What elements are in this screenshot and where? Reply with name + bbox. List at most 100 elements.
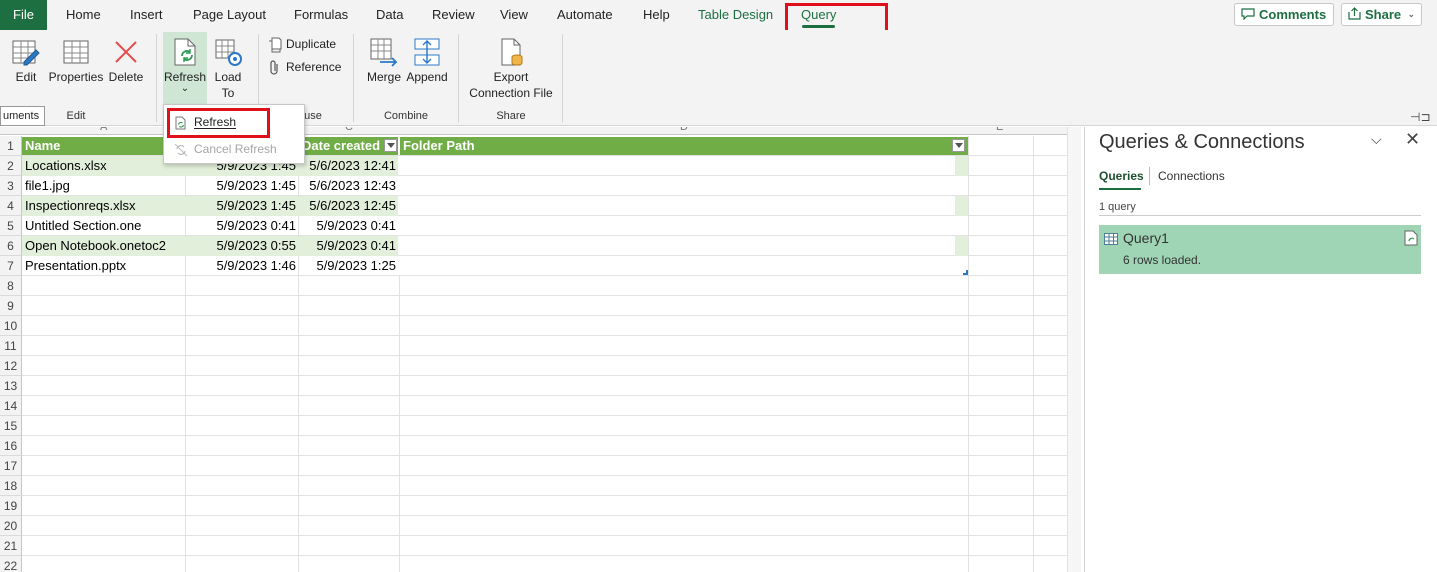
tab-automate[interactable]: Automate <box>557 0 613 30</box>
close-icon[interactable]: ✕ <box>1405 129 1420 150</box>
load-label: Load <box>214 70 242 84</box>
cell-name[interactable]: Untitled Section.one <box>25 216 185 236</box>
cell-name[interactable]: Locations.xlsx <box>25 156 185 176</box>
row-header[interactable]: 22 <box>0 556 22 572</box>
cell-date-created[interactable]: 5/9/2023 1:25 <box>299 256 398 276</box>
export-label-line2: Connection File <box>469 86 553 100</box>
merge-button[interactable]: Merge <box>364 36 404 84</box>
row-header[interactable]: 5 <box>0 216 22 236</box>
row-header[interactable]: 15 <box>0 416 22 436</box>
table-resize-handle[interactable] <box>963 270 968 275</box>
properties-icon <box>63 40 89 64</box>
pin-ribbon-icon[interactable]: ⊣⊐ <box>1410 110 1431 124</box>
left-cut-group-label[interactable]: uments <box>0 106 45 126</box>
reference-label: Reference <box>286 60 342 74</box>
tab-formulas[interactable]: Formulas <box>294 0 348 30</box>
header-cell-name[interactable]: Name <box>22 137 185 155</box>
row-header[interactable]: 17 <box>0 456 22 476</box>
row-header[interactable]: 10 <box>0 316 22 336</box>
row-header[interactable]: 20 <box>0 516 22 536</box>
tab-help[interactable]: Help <box>643 0 670 30</box>
gridline <box>22 495 1067 496</box>
column-header-d[interactable]: D <box>680 127 688 133</box>
cell-date-accessed[interactable]: 5/9/2023 1:46 <box>186 256 298 276</box>
row-header[interactable]: 3 <box>0 176 22 196</box>
tab-file[interactable]: File <box>0 0 47 30</box>
append-button[interactable]: Append <box>405 36 449 84</box>
cell-name[interactable]: Presentation.pptx <box>25 256 185 276</box>
row-header[interactable]: 11 <box>0 336 22 356</box>
gridline <box>22 295 1067 296</box>
chevron-down-icon: ⌄ <box>1407 9 1415 19</box>
share-button[interactable]: Share ⌄ <box>1341 3 1422 26</box>
row-header[interactable]: 16 <box>0 436 22 456</box>
row-header[interactable]: 2 <box>0 156 22 176</box>
row-header[interactable]: 14 <box>0 396 22 416</box>
gridline <box>399 276 400 572</box>
row-header[interactable]: 4 <box>0 196 22 216</box>
cell-date-created[interactable]: 5/6/2023 12:41 <box>299 156 398 176</box>
cell-date-created[interactable]: 5/6/2023 12:45 <box>299 196 398 216</box>
row-header[interactable]: 18 <box>0 476 22 496</box>
row-header[interactable]: 19 <box>0 496 22 516</box>
duplicate-button[interactable]: Duplicate <box>268 34 336 54</box>
tab-view[interactable]: View <box>500 0 528 30</box>
cell-date-accessed[interactable]: 5/9/2023 1:45 <box>186 176 298 196</box>
cell-name[interactable]: file1.jpg <box>25 176 185 196</box>
row-header[interactable]: 21 <box>0 536 22 556</box>
refresh-button[interactable]: Refresh ⌄ <box>163 32 207 104</box>
properties-label: Properties <box>48 70 104 84</box>
cell-name[interactable]: Open Notebook.onetoc2 <box>25 236 185 256</box>
delete-button[interactable]: Delete <box>108 36 144 84</box>
tab-page-layout[interactable]: Page Layout <box>193 0 266 30</box>
header-name-text: Name <box>25 138 61 153</box>
row-header[interactable]: 1 <box>0 136 22 156</box>
tab-home[interactable]: Home <box>66 0 101 30</box>
pane-tab-queries-underline <box>1099 188 1141 190</box>
cell-date-created[interactable]: 5/9/2023 0:41 <box>299 216 398 236</box>
tab-review[interactable]: Review <box>432 0 475 30</box>
cell-date-created[interactable]: 5/9/2023 0:41 <box>299 236 398 256</box>
tab-insert[interactable]: Insert <box>130 0 163 30</box>
cell-name[interactable]: Inspectionreqs.xlsx <box>25 196 185 216</box>
pane-collapse-icon[interactable]: ⌵ <box>1371 131 1382 148</box>
export-connection-file-button[interactable]: Export Connection File <box>466 36 556 100</box>
merge-icon <box>370 38 398 67</box>
pane-tab-connections[interactable]: Connections <box>1158 169 1225 183</box>
cell-date-created[interactable]: 5/6/2023 12:43 <box>299 176 398 196</box>
filter-dropdown-icon[interactable] <box>952 139 965 152</box>
row-header[interactable]: 12 <box>0 356 22 376</box>
load-to-button[interactable]: Load To <box>210 36 246 100</box>
menu-item-cancel-refresh[interactable]: Cancel Refresh <box>174 138 277 160</box>
properties-button[interactable]: Properties <box>48 36 104 84</box>
query-card-query1[interactable]: Query1 6 rows loaded. <box>1099 225 1421 274</box>
row-header[interactable]: 6 <box>0 236 22 256</box>
row-header[interactable]: 9 <box>0 296 22 316</box>
pane-tab-queries[interactable]: Queries <box>1099 169 1144 183</box>
edit-button[interactable]: Edit <box>8 36 44 84</box>
column-header-c[interactable]: C <box>345 127 353 133</box>
column-header-a[interactable]: A <box>100 127 107 133</box>
queries-connections-pane: Queries & Connections ⌵ ✕ Queries Connec… <box>1084 127 1437 572</box>
cell-date-accessed[interactable]: 5/9/2023 1:45 <box>186 196 298 216</box>
header-cell-folder-path[interactable]: Folder Path <box>400 137 968 155</box>
row-header[interactable]: 7 <box>0 256 22 276</box>
comment-icon <box>1241 8 1255 21</box>
table-icon <box>1104 233 1118 245</box>
cell-date-accessed[interactable]: 5/9/2023 0:41 <box>186 216 298 236</box>
vertical-scrollbar[interactable] <box>1067 127 1081 572</box>
tab-table-design[interactable]: Table Design <box>698 0 773 30</box>
row-header[interactable]: 8 <box>0 276 22 296</box>
reference-button[interactable]: Reference <box>268 57 341 77</box>
row-header[interactable]: 13 <box>0 376 22 396</box>
tab-data[interactable]: Data <box>376 0 403 30</box>
column-header-e[interactable]: E <box>996 127 1003 133</box>
worksheet[interactable]: A C D E 1 2 3 4 5 6 7 8 9 10 11 12 13 14 15 16 17 18 19 20 2… <box>0 127 1075 572</box>
cell-date-accessed[interactable]: 5/9/2023 0:55 <box>186 236 298 256</box>
duplicate-label: Duplicate <box>286 37 337 51</box>
comments-button[interactable]: Comments <box>1234 3 1334 26</box>
append-icon <box>414 38 440 66</box>
refresh-document-icon[interactable] <box>1404 230 1418 246</box>
filter-dropdown-icon[interactable] <box>384 139 397 152</box>
chevron-down-icon: ⌄ <box>180 83 190 94</box>
